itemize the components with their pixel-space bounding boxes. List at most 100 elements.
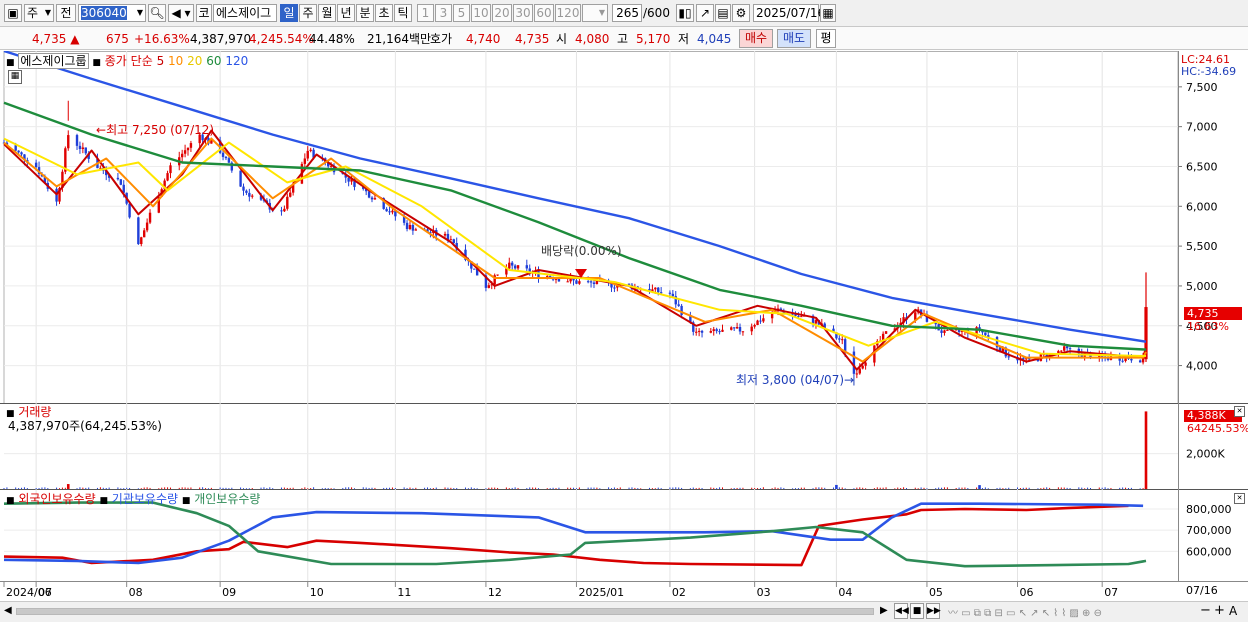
toolbar: ▣ 주 ▼ 전 306040 ▼ 🔍︎ ◀ ▾ 코 에스제이그 일 주 월 년 분 … xyxy=(0,0,1248,27)
candle-body xyxy=(627,283,631,285)
count-input[interactable]: 265 xyxy=(612,4,642,22)
chevron-down-icon: ▼ xyxy=(598,8,605,17)
candle-body xyxy=(452,239,455,243)
candle-body xyxy=(1068,348,1072,350)
candle-body xyxy=(84,147,87,154)
candle-body xyxy=(715,329,718,332)
table-icon[interactable]: ▦ xyxy=(8,70,22,84)
candle-body xyxy=(753,324,756,327)
candle-body xyxy=(852,351,856,374)
annotation-low: 최저 3,800 (04/07)→ xyxy=(736,373,855,387)
period-day[interactable]: 일 xyxy=(280,4,298,22)
market-select[interactable]: 주 ▼ xyxy=(24,4,54,22)
interval-3[interactable]: 3 xyxy=(435,4,452,22)
rewind-icon[interactable]: ◀◀ xyxy=(894,603,909,619)
close-icon[interactable]: ✕ xyxy=(1234,493,1245,504)
candle-body xyxy=(566,281,569,283)
y-tick-label: 600,000 xyxy=(1186,545,1232,558)
candle-body xyxy=(414,229,418,231)
prev-button[interactable]: 전 xyxy=(56,4,76,22)
legend-ma-10: 10 xyxy=(168,54,184,68)
legend-individual[interactable]: 개인보유수량 xyxy=(194,492,260,506)
period-month[interactable]: 월 xyxy=(318,4,336,22)
save-icon[interactable]: ▤ xyxy=(715,4,731,22)
candle-body xyxy=(221,152,225,157)
speaker-icon[interactable]: ◀ ▾ xyxy=(168,4,194,22)
scrollbar-thumb[interactable] xyxy=(17,609,873,614)
period-year[interactable]: 년 xyxy=(337,4,355,22)
candle-body xyxy=(750,326,753,332)
y-tick-label: 5,000 xyxy=(1186,280,1218,293)
period-second[interactable]: 초 xyxy=(375,4,393,22)
holdings-layer xyxy=(3,501,1147,568)
legend-foreign[interactable]: 외국인보유수량 xyxy=(18,492,95,506)
chart-menu-icon[interactable]: ▣ xyxy=(4,4,22,22)
legend-ma-title[interactable]: 종가 단순 xyxy=(105,54,153,68)
volume-value: 4,387,970 xyxy=(190,32,252,46)
interval-dropdown[interactable]: ▼ xyxy=(582,4,608,22)
candle-type-icon[interactable]: ▮▯ xyxy=(676,4,694,22)
candle-body xyxy=(411,224,415,231)
interval-1[interactable]: 1 xyxy=(417,4,434,22)
pane-marker-icon: ■ xyxy=(99,496,108,506)
current-price-tag: 4,735 xyxy=(1184,307,1242,320)
name-prefix[interactable]: 코 xyxy=(196,4,212,22)
current-change-tag: 16.63% xyxy=(1187,320,1229,333)
evaluate-button[interactable]: 평 xyxy=(816,29,836,48)
legend-institution[interactable]: 기관보유수량 xyxy=(112,492,178,506)
legend-stock-name[interactable]: 에스제이그룹 xyxy=(18,53,89,69)
name-field[interactable]: 에스제이그 xyxy=(213,4,277,22)
chart-area[interactable]: 2024/06 07 08 09 10 11 12 2025/01 02 03 04 05 06 07 4,… xyxy=(0,51,1248,601)
candle-body xyxy=(756,320,759,325)
sell-button[interactable]: 매도 xyxy=(777,29,811,48)
candle-body xyxy=(119,179,123,185)
line-tool-icon[interactable]: ↗ xyxy=(696,4,714,22)
y-tick-label: 6,000 xyxy=(1186,200,1218,213)
y-tick-label: 7,500 xyxy=(1186,81,1218,94)
close-icon[interactable]: ✕ xyxy=(1234,406,1245,417)
period-tick[interactable]: 틱 xyxy=(394,4,412,22)
drawing-tools-icon[interactable]: 〰 ▭ ⧉ ⧉ ⊟ ▭ ↖ ↗ ↖ ⌇ ⌇ ▨ ⊕ ⊖ xyxy=(948,604,1102,619)
calendar-icon[interactable]: ▦ xyxy=(820,4,836,22)
interval-20[interactable]: 20 xyxy=(492,4,512,22)
interval-5[interactable]: 5 xyxy=(453,4,470,22)
candle-body xyxy=(183,150,187,154)
candle-body xyxy=(513,265,517,269)
candle-body xyxy=(797,315,800,317)
x-tick-label: 04 xyxy=(838,586,852,599)
volume-spike xyxy=(835,484,838,489)
candle-body xyxy=(391,210,394,213)
interval-60[interactable]: 60 xyxy=(534,4,554,22)
candle-body xyxy=(251,195,254,197)
period-week[interactable]: 주 xyxy=(299,4,317,22)
zoom-in-icon[interactable]: + xyxy=(1214,603,1225,618)
y-tick-label: 800,000 xyxy=(1186,503,1232,516)
scroll-left-icon[interactable]: ◀ xyxy=(4,605,12,616)
buy-button[interactable]: 매수 xyxy=(739,29,773,48)
candle-body xyxy=(303,158,307,164)
candle-body xyxy=(1065,346,1069,349)
fast-forward-icon[interactable]: ▶▶ xyxy=(926,603,941,619)
candle-body xyxy=(116,177,120,180)
interval-120[interactable]: 120 xyxy=(555,4,581,22)
interval-10[interactable]: 10 xyxy=(471,4,491,22)
x-tick-label: 2025/01 xyxy=(578,586,624,599)
period-minute[interactable]: 분 xyxy=(356,4,374,22)
pane-marker-icon: ■ xyxy=(6,496,15,506)
candle-body xyxy=(148,212,152,223)
font-size-icon[interactable]: A xyxy=(1229,604,1237,618)
axes-layer: 2024/0607 08 09 10 11 12 2025/01 02 03 04 05 06 074,… xyxy=(3,81,1232,599)
interval-30[interactable]: 30 xyxy=(513,4,533,22)
candle-body xyxy=(14,145,17,151)
scroll-right-icon[interactable]: ▶ xyxy=(880,605,888,616)
zoom-out-icon[interactable]: − xyxy=(1200,603,1211,618)
date-input[interactable]: 2025/07/16 xyxy=(753,4,825,22)
trading-amount: 21,164백만 xyxy=(367,32,432,46)
code-input[interactable]: 306040 ▼ xyxy=(78,4,146,22)
stop-icon[interactable]: ■ xyxy=(910,603,924,619)
search-icon[interactable]: 🔍︎ xyxy=(148,4,166,22)
volume-title[interactable]: 거래량 xyxy=(18,405,51,419)
gear-icon[interactable]: ⚙ xyxy=(732,4,750,22)
scrollbar-track[interactable] xyxy=(16,608,874,615)
candle-body xyxy=(227,158,231,163)
